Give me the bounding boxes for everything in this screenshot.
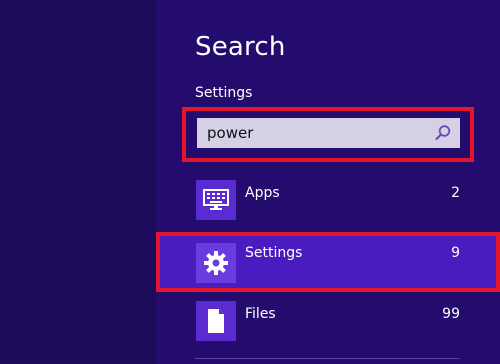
result-count: 2 (451, 185, 460, 201)
result-files[interactable]: Files 99 (160, 296, 500, 352)
result-apps[interactable]: Apps 2 (160, 175, 500, 231)
search-scope-label[interactable]: Settings (195, 85, 252, 101)
desktop-background (0, 0, 156, 364)
result-count: 99 (442, 306, 460, 322)
apps-icon (196, 180, 236, 220)
charm-title: Search (195, 32, 286, 62)
result-label: Apps (245, 185, 280, 201)
search-box-highlight (182, 107, 474, 162)
result-label: Files (245, 306, 276, 322)
file-icon (196, 301, 236, 341)
settings-result-highlight (156, 232, 500, 292)
divider (195, 358, 460, 359)
